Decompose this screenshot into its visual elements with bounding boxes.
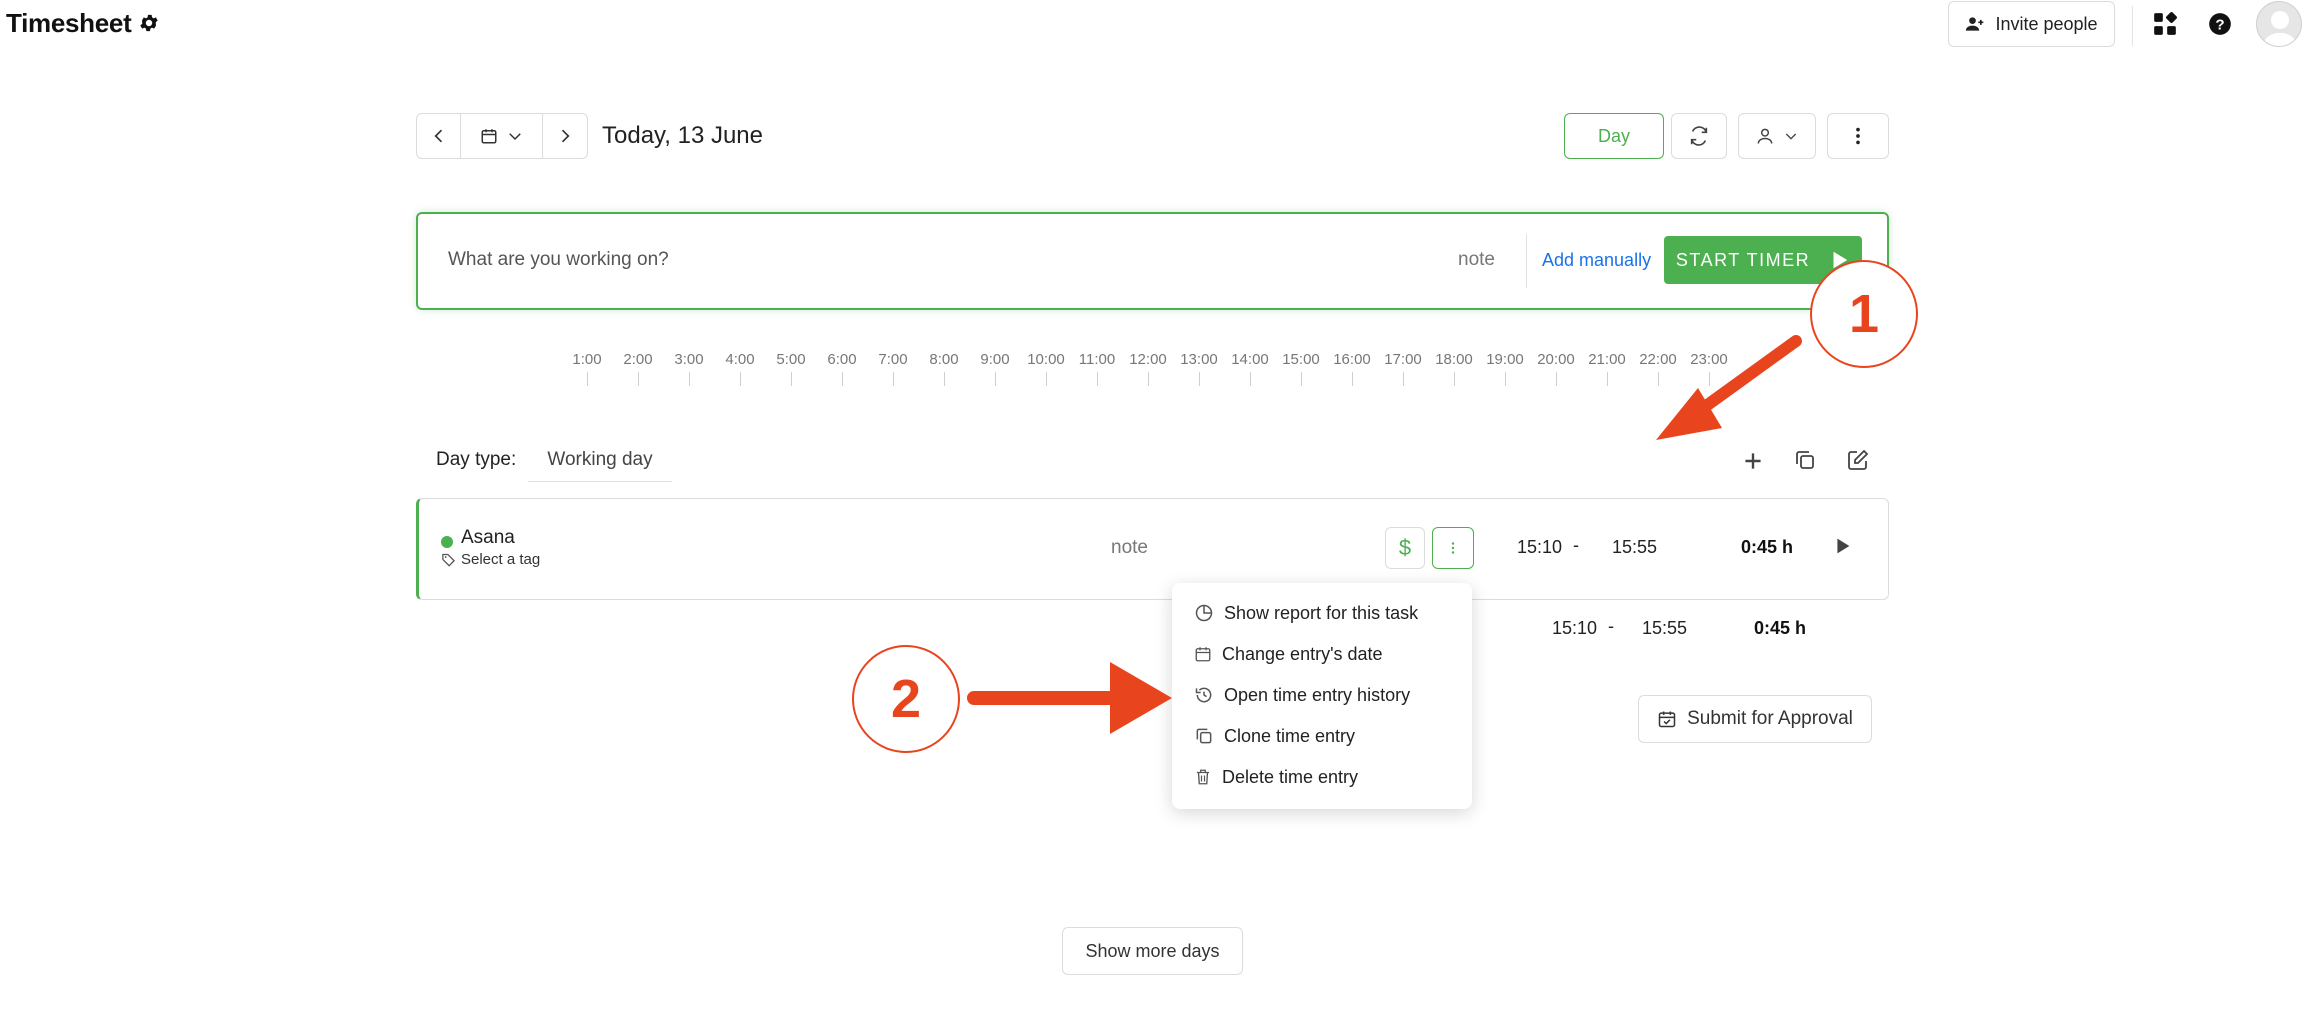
arrow-1 <box>1656 335 1802 440</box>
annotation-callout-2: 2 <box>852 645 960 753</box>
annotation-arrows <box>967 335 1802 734</box>
annotation-callout-1: 1 <box>1810 260 1918 368</box>
arrow-2 <box>967 662 1172 734</box>
